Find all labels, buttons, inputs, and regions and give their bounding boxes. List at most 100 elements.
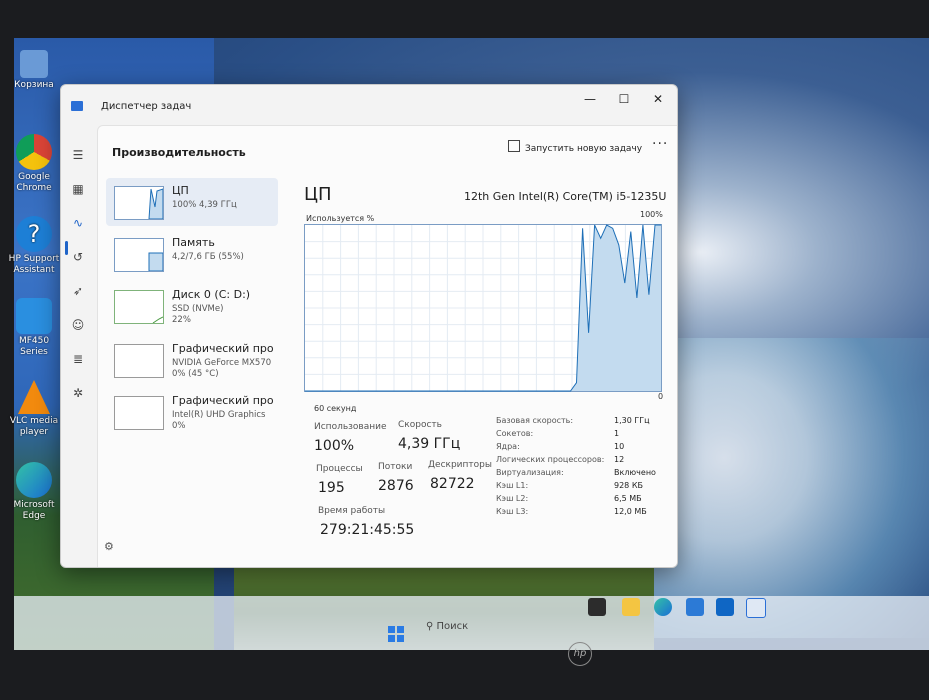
device-name: ЦП (172, 184, 189, 197)
device-sub1: NVIDIA GeForce MX570 (172, 358, 272, 368)
disk-mini-graph (152, 316, 164, 324)
threads-label: Потоки (378, 462, 413, 472)
cpu-mini-graph (148, 188, 164, 220)
memory-mini-graph (148, 252, 164, 272)
spec-value: 928 КБ (614, 481, 643, 490)
handles-value: 82722 (430, 476, 475, 492)
performance-pane: Производительность Запустить новую задач… (97, 125, 677, 567)
desktop-icon-recycle-bin[interactable]: Корзина (4, 50, 64, 91)
device-name: Графический про (172, 342, 274, 355)
desktop-icon-mf450[interactable]: MF450 Series (4, 298, 64, 358)
cpu-thumbnail (114, 186, 164, 220)
graph-label: Используется % (306, 214, 375, 223)
memory-thumbnail (114, 238, 164, 272)
more-options-button[interactable]: ··· (652, 136, 668, 152)
task-manager-window[interactable]: Диспетчер задач — ☐ ✕ ☰ ▦ ∿ ↺ ➶ ☺ ≣ ✲ Пр… (60, 84, 678, 568)
device-sub1: Intel(R) UHD Graphics (172, 410, 266, 420)
settings-icon[interactable]: ⚙ (104, 540, 114, 553)
users-icon[interactable]: ☺ (70, 317, 86, 333)
spec-key: Логических процессоров: (496, 455, 605, 464)
details-icon[interactable]: ≣ (70, 351, 86, 367)
desktop-icon-edge[interactable]: Microsoft Edge (4, 462, 64, 522)
disk-thumbnail (114, 290, 164, 324)
chrome-icon (16, 134, 52, 170)
processes-icon[interactable]: ▦ (70, 181, 86, 197)
spec-value: 6,5 МБ (614, 494, 642, 503)
taskbar-search[interactable]: ⚲ Поиск (426, 616, 566, 638)
file-explorer-icon[interactable] (588, 598, 606, 616)
uptime-value: 279:21:45:55 (320, 522, 415, 538)
close-button[interactable]: ✕ (643, 89, 673, 109)
cpu-model: 12th Gen Intel(R) Core(TM) i5-1235U (464, 190, 667, 203)
desktop-icon-hp-support[interactable]: ? HP Support Assistant (4, 216, 64, 276)
spec-key: Кэш L1: (496, 481, 529, 490)
edge-taskbar-icon[interactable] (654, 598, 672, 616)
device-sub1: SSD (NVMe) (172, 304, 224, 314)
spec-key: Базовая скорость: (496, 416, 574, 425)
performance-icon[interactable]: ∿ (70, 215, 86, 231)
spec-key: Ядра: (496, 442, 520, 451)
threads-value: 2876 (378, 478, 414, 494)
handles-label: Дескрипторы (428, 460, 492, 470)
device-item-memory[interactable]: Память 4,2/7,6 ГБ (55%) (106, 230, 278, 278)
graph-span-label: 60 секунд (314, 404, 357, 413)
uptime-label: Время работы (318, 506, 386, 516)
history-icon[interactable]: ↺ (70, 249, 86, 265)
spec-key: Кэш L3: (496, 507, 529, 516)
task-manager-taskbar-icon[interactable] (746, 598, 766, 618)
processes-value: 195 (318, 480, 345, 496)
minimize-button[interactable]: — (575, 89, 605, 109)
startup-icon[interactable]: ➶ (70, 283, 86, 299)
vlc-icon (18, 380, 50, 414)
device-name: Диск 0 (C: D:) (172, 288, 251, 301)
processes-label: Процессы (316, 464, 363, 474)
spec-value: 1 (614, 429, 620, 438)
spec-key: Кэш L2: (496, 494, 529, 503)
folder-icon[interactable] (622, 598, 640, 616)
spec-key: Сокетов: (496, 429, 534, 438)
search-placeholder: Поиск (436, 621, 469, 632)
device-name: Память (172, 236, 215, 249)
graph-min-label: 0 (658, 392, 664, 401)
cpu-usage-graph (304, 224, 662, 392)
speed-value: 4,39 ГГц (398, 436, 461, 452)
desktop-icon-chrome[interactable]: Google Chrome (4, 134, 64, 194)
recycle-bin-icon (20, 50, 48, 78)
desktop-icon-vlc[interactable]: VLC media player (4, 380, 64, 438)
spec-key: Виртуализация: (496, 468, 564, 477)
device-item-gpu0[interactable]: Графический про NVIDIA GeForce MX570 0% … (106, 336, 278, 384)
spec-value: 10 (614, 442, 625, 451)
device-name: Графический про (172, 394, 274, 407)
usage-label: Использование (314, 422, 387, 432)
windows-start-icon[interactable] (388, 626, 404, 642)
run-new-task-button[interactable]: Запустить новую задачу (508, 140, 642, 154)
window-title: Диспетчер задач (101, 101, 192, 112)
printer-icon (16, 298, 52, 334)
services-icon[interactable]: ✲ (70, 385, 86, 401)
new-task-icon (508, 140, 520, 152)
spec-value: 12 (614, 455, 625, 464)
store-icon[interactable] (686, 598, 704, 616)
device-item-cpu[interactable]: ЦП 100% 4,39 ГГц (106, 178, 278, 226)
help-icon: ? (16, 216, 52, 252)
device-item-disk[interactable]: Диск 0 (C: D:) SSD (NVMe) 22% (106, 282, 278, 330)
page-title: Производительность (112, 146, 246, 159)
device-sub2: 0% (45 °C) (172, 369, 219, 379)
spec-value: 1,30 ГГц (614, 416, 650, 425)
speed-label: Скорость (398, 420, 442, 430)
usage-value: 100% (314, 438, 355, 454)
graph-max-label: 100% (640, 210, 663, 219)
device-sub1: 100% 4,39 ГГц (172, 200, 237, 210)
device-sub2: 22% (172, 315, 191, 325)
menu-icon[interactable]: ☰ (70, 147, 86, 163)
device-sub2: 0% (172, 421, 186, 431)
navigation-rail: ☰ ▦ ∿ ↺ ➶ ☺ ≣ ✲ (61, 119, 95, 567)
maximize-button[interactable]: ☐ (609, 89, 639, 109)
device-item-gpu1[interactable]: Графический про Intel(R) UHD Graphics 0% (106, 388, 278, 436)
selected-indicator (65, 241, 68, 255)
title-bar[interactable]: Диспетчер задач — ☐ ✕ (61, 85, 677, 119)
search-icon: ⚲ (426, 621, 434, 632)
spec-value: Включено (614, 468, 656, 477)
detail-heading: ЦП (304, 184, 332, 205)
outlook-icon[interactable] (716, 598, 734, 616)
